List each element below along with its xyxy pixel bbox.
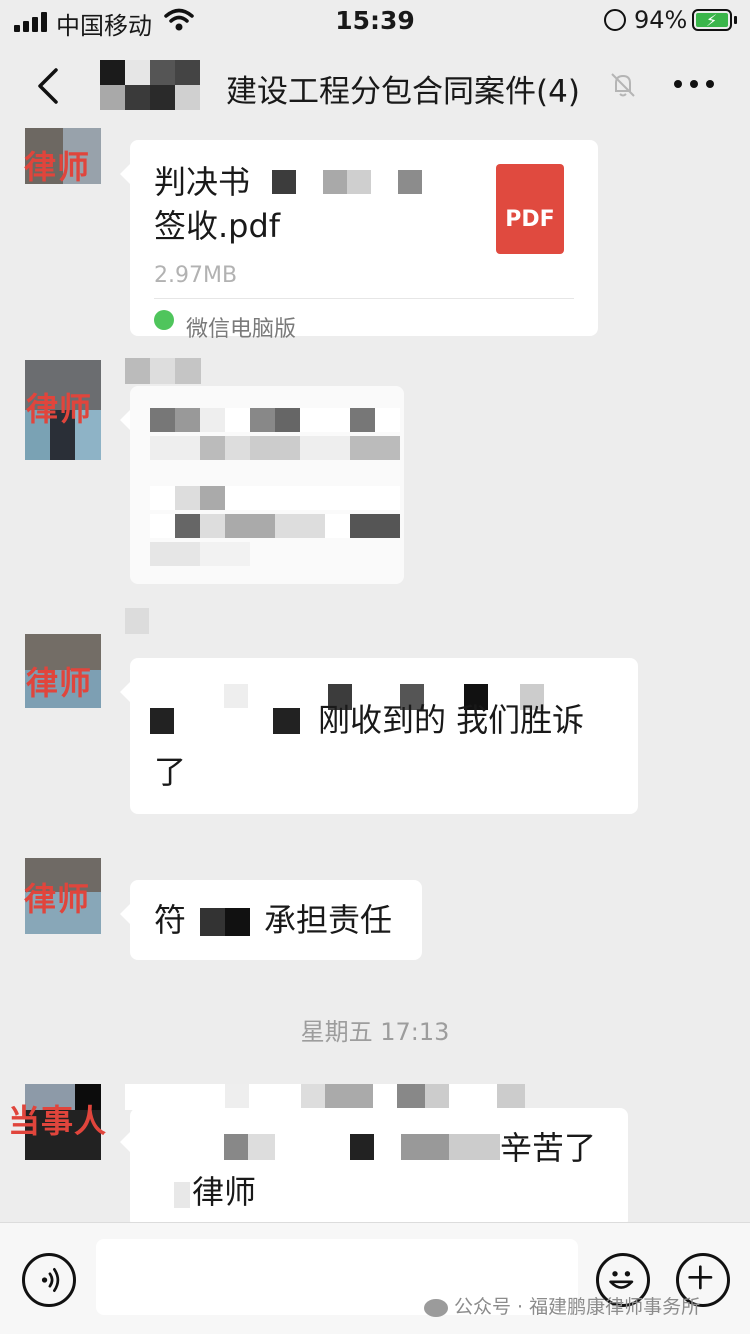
message-text: 刚收到的 我们胜诉 — [318, 701, 585, 739]
file-message-bubble[interactable]: 判决书 签收.pdf 2.97MB PDF 微信电脑版 — [120, 140, 598, 342]
back-icon[interactable] — [30, 66, 70, 106]
status-bar: 中国移动 15:39 94% ⚡ — [0, 0, 750, 44]
voice-icon[interactable] — [22, 1253, 76, 1307]
message-bubble[interactable]: 符 承担责任 — [120, 880, 422, 960]
group-avatar-redacted — [100, 58, 224, 114]
redaction-mosaic — [174, 1182, 190, 1208]
redacted-sender-name — [125, 358, 201, 384]
redaction-mosaic — [272, 170, 422, 194]
battery-percent: 94% — [634, 6, 688, 34]
watermark: 公众号 · 福建鹏康律师事务所 — [424, 1292, 700, 1319]
sender-tag: 律师 — [26, 390, 93, 428]
divider — [154, 298, 574, 299]
redaction-mosaic — [200, 1134, 500, 1160]
redaction-mosaic — [150, 514, 400, 538]
mute-icon — [611, 73, 635, 97]
redaction-mosaic — [150, 486, 400, 510]
sender-tag: 律师 — [24, 148, 91, 186]
redaction-mosaic — [150, 542, 250, 566]
redacted-sender-name — [125, 1084, 525, 1110]
sender-tag: 律师 — [26, 664, 93, 702]
nav-bar: 建设工程分包合同案件(4) — [0, 44, 750, 128]
rotation-lock-icon — [604, 9, 626, 31]
message-text: 符 — [154, 901, 187, 939]
pdf-file-icon: PDF — [496, 164, 564, 254]
sender-tag: 律师 — [24, 880, 91, 918]
file-size: 2.97MB — [154, 263, 238, 288]
message-text: 承担责任 — [264, 901, 393, 939]
message-text: 了 — [154, 753, 187, 791]
wechat-icon — [154, 310, 174, 330]
message-text: 律师 — [192, 1173, 257, 1211]
sender-tag: 当事人 — [8, 1102, 108, 1140]
file-source: 微信电脑版 — [186, 317, 297, 342]
chat-title: 建设工程分包合同案件(4) — [226, 74, 580, 110]
redaction-mosaic — [200, 908, 250, 936]
message-bubble[interactable]: 辛苦了 律师 — [120, 1108, 628, 1222]
message-bubble[interactable]: 刚收到的 我们胜诉 了 — [120, 658, 638, 814]
battery-icon: ⚡ — [692, 9, 737, 31]
message-bubble[interactable] — [120, 386, 404, 584]
more-icon[interactable] — [674, 80, 714, 90]
file-name: 判决书 签收.pdf — [154, 160, 454, 248]
redaction-mosaic — [150, 408, 400, 432]
redacted-sender-name — [125, 608, 149, 634]
chat-area[interactable]: 律师 判决书 签收.pdf 2.97MB PDF 微信电脑版 律师 律师 刚收到… — [0, 128, 750, 1222]
redaction-mosaic — [150, 436, 400, 460]
redaction-mosaic — [150, 708, 300, 734]
message-text: 辛苦了 — [500, 1129, 597, 1167]
chat-timestamp: 星期五 17:13 — [300, 1018, 450, 1046]
wechat-official-account-icon — [424, 1298, 448, 1317]
